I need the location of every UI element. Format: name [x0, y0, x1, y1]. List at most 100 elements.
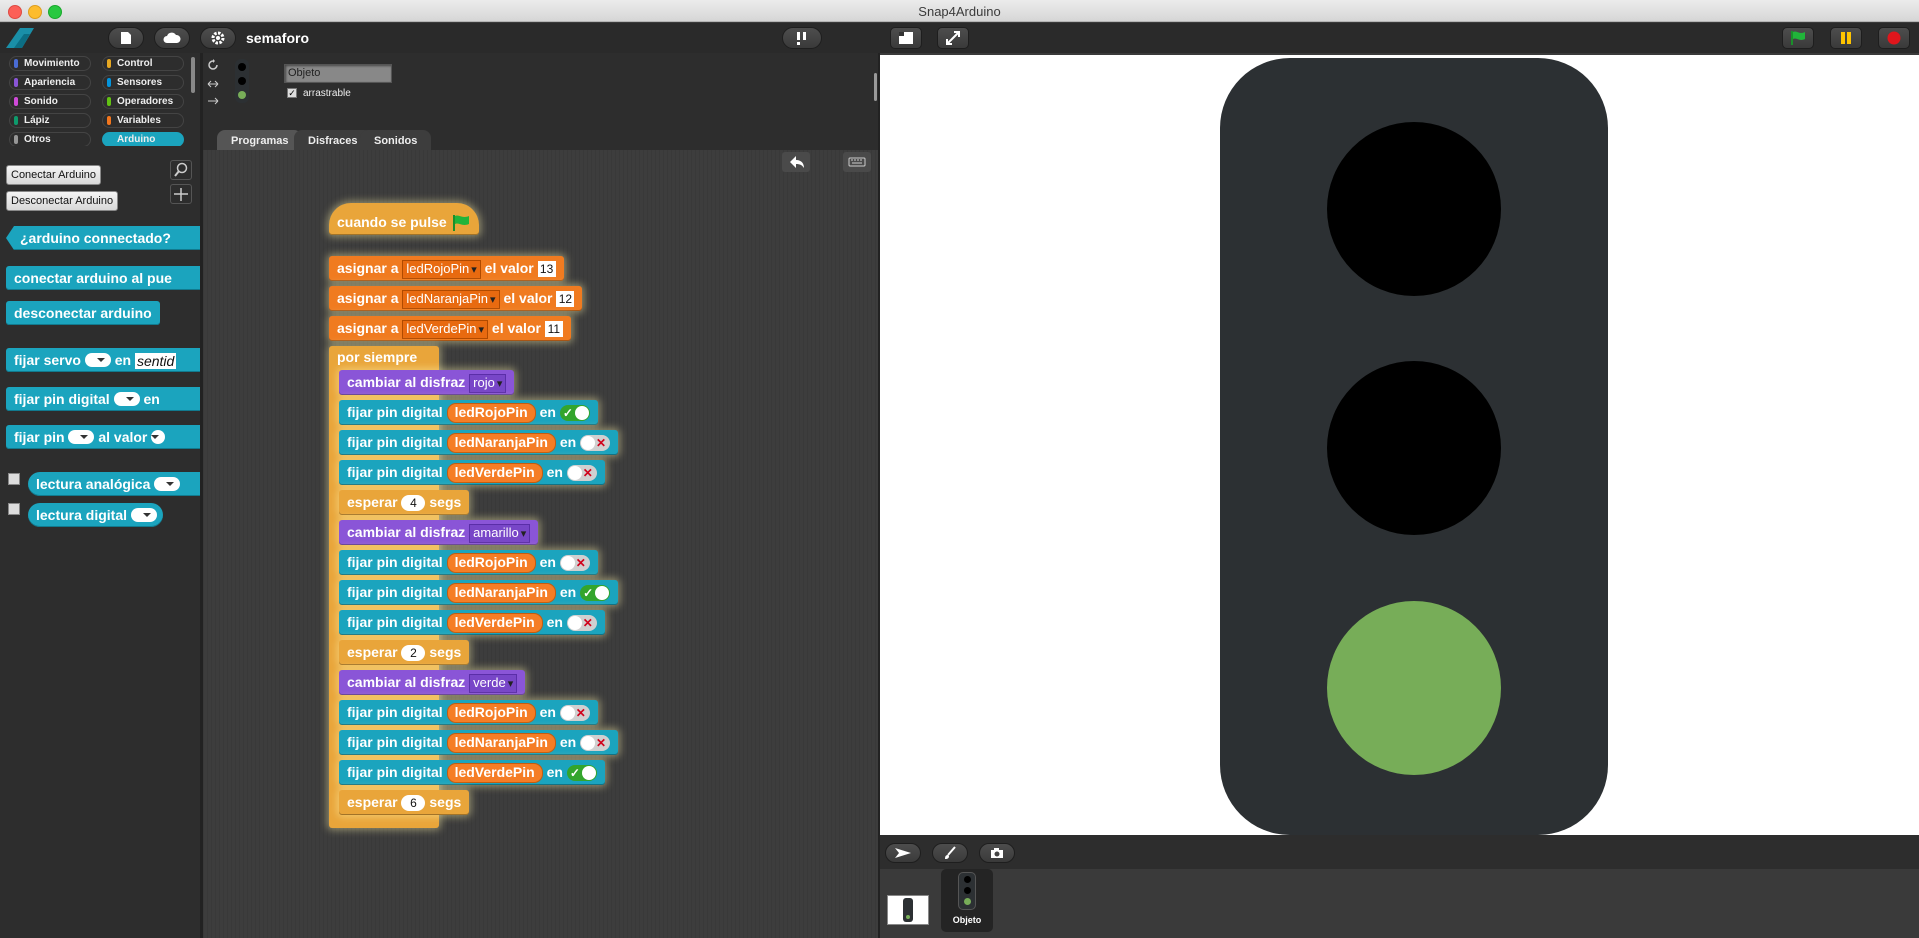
- toggle-off[interactable]: ✕: [580, 435, 611, 452]
- make-block-button[interactable]: [170, 184, 192, 204]
- digital-read-pin-dropdown[interactable]: [130, 508, 157, 523]
- set-digital-pin-block[interactable]: fijar pin digital ledNaranjaPin en ✕: [339, 430, 619, 455]
- switch-costume-block[interactable]: cambiar al disfraz amarillo: [339, 520, 539, 545]
- variable-reporter[interactable]: ledVerdePin: [446, 463, 543, 484]
- draggable-checkbox[interactable]: ✓: [287, 88, 297, 98]
- keyboard-entry-button[interactable]: [843, 152, 871, 172]
- set-digital-pin-block[interactable]: fijar pin digital ledRojoPin en ✕: [339, 550, 598, 575]
- set-digital-pin-block[interactable]: fijar pin digital ledNaranjaPin en ✓: [339, 580, 619, 605]
- rotate-any-direction-button[interactable]: [207, 59, 219, 71]
- toggle-off[interactable]: ✕: [559, 555, 590, 572]
- fullscreen-button[interactable]: [937, 27, 969, 49]
- wait-block[interactable]: esperar 4 segs: [339, 490, 470, 515]
- wait-input[interactable]: 4: [401, 495, 426, 512]
- set-variable-block[interactable]: asignar a ledVerdePin el valor 11: [329, 316, 571, 341]
- wait-block[interactable]: esperar 2 segs: [339, 640, 470, 665]
- costume-dropdown[interactable]: verde: [469, 673, 518, 693]
- variable-reporter[interactable]: ledNaranjaPin: [446, 733, 556, 754]
- sprite-icon-objeto[interactable]: Objeto: [941, 869, 993, 932]
- variable-dropdown[interactable]: ledVerdePin: [402, 319, 489, 339]
- variable-reporter[interactable]: ledVerdePin: [446, 613, 543, 634]
- pause-button[interactable]: [1830, 27, 1862, 49]
- tab-programas[interactable]: Programas: [217, 130, 303, 150]
- category-movimiento[interactable]: Movimiento: [9, 56, 91, 71]
- switch-costume-block[interactable]: cambiar al disfraz verde: [339, 670, 526, 695]
- green-flag-button[interactable]: [1782, 27, 1814, 49]
- normal-stage-button[interactable]: [890, 27, 922, 49]
- toggle-off[interactable]: ✕: [566, 615, 597, 632]
- costume-dropdown[interactable]: amarillo: [469, 523, 531, 543]
- category-sonido[interactable]: Sonido: [9, 94, 91, 109]
- variable-dropdown[interactable]: ledRojoPin: [402, 259, 481, 279]
- when-flag-clicked-hat-block[interactable]: cuando se pulse: [329, 203, 479, 235]
- add-turtle-sprite-button[interactable]: [885, 843, 921, 863]
- set-digital-pin-block[interactable]: fijar pin digital ledVerdePin en ✓: [339, 760, 605, 785]
- snap-logo[interactable]: [4, 26, 38, 50]
- toggle-off[interactable]: ✕: [559, 705, 590, 722]
- file-menu-button[interactable]: [108, 27, 144, 49]
- category-scrollbar[interactable]: [191, 57, 195, 93]
- cloud-menu-button[interactable]: [154, 27, 190, 49]
- disconnect-arduino-button[interactable]: Desconectar Arduino: [6, 191, 119, 211]
- no-rotate-button[interactable]: [207, 95, 219, 105]
- variable-reporter[interactable]: ledNaranjaPin: [446, 433, 556, 454]
- animation-settings-button[interactable]: [782, 27, 822, 49]
- variable-reporter[interactable]: ledRojoPin: [446, 553, 536, 574]
- pin-value-input[interactable]: [151, 430, 166, 445]
- set-digital-pin-block[interactable]: fijar pin digital ledVerdePin en ✕: [339, 460, 605, 485]
- variable-reporter[interactable]: ledVerdePin: [446, 763, 543, 784]
- analog-read-reporter[interactable]: lectura analógica: [28, 472, 216, 496]
- value-input[interactable]: 13: [537, 261, 556, 278]
- set-digital-pin-block[interactable]: fijar pin digital en: [6, 387, 216, 411]
- camera-sprite-button[interactable]: [979, 843, 1015, 863]
- search-blocks-button[interactable]: [170, 160, 192, 180]
- category-operadores[interactable]: Operadores: [102, 94, 184, 109]
- toggle-on[interactable]: ✓: [559, 405, 590, 422]
- set-variable-block[interactable]: asignar a ledRojoPin el valor 13: [329, 256, 564, 281]
- variable-reporter[interactable]: ledRojoPin: [446, 703, 536, 724]
- connect-arduino-button[interactable]: Conectar Arduino: [6, 165, 101, 185]
- pwm-pin-dropdown[interactable]: [68, 430, 95, 445]
- arduino-connected-reporter[interactable]: ¿arduino connectado?: [6, 226, 222, 250]
- stage[interactable]: [880, 55, 1919, 835]
- toggle-off[interactable]: ✕: [580, 735, 611, 752]
- costume-dropdown[interactable]: rojo: [469, 373, 507, 393]
- scripts-area[interactable]: cuando se pulse asignar a ledRojoPin el …: [203, 150, 878, 938]
- category-control[interactable]: Control: [102, 56, 184, 71]
- variable-reporter[interactable]: ledRojoPin: [446, 403, 536, 424]
- value-input[interactable]: 12: [556, 291, 575, 308]
- toggle-on[interactable]: ✓: [566, 765, 597, 782]
- wait-input[interactable]: 2: [401, 645, 426, 662]
- analog-pin-dropdown[interactable]: [154, 477, 181, 492]
- set-digital-pin-block[interactable]: fijar pin digital ledRojoPin en ✕: [339, 700, 598, 725]
- category-otros[interactable]: Otros: [9, 132, 91, 147]
- set-pin-value-block[interactable]: fijar pin al valor: [6, 425, 216, 449]
- toggle-off[interactable]: ✕: [566, 465, 597, 482]
- switch-costume-block[interactable]: cambiar al disfraz rojo: [339, 370, 515, 395]
- servo-value-input[interactable]: sentid: [134, 353, 177, 370]
- analog-read-watcher-checkbox[interactable]: [8, 473, 20, 485]
- rotate-left-right-button[interactable]: [207, 78, 219, 88]
- servo-pin-dropdown[interactable]: [84, 353, 111, 368]
- category-sensores[interactable]: Sensores: [102, 75, 184, 90]
- digital-read-watcher-checkbox[interactable]: [8, 503, 20, 515]
- value-input[interactable]: 11: [544, 321, 563, 338]
- stage-icon[interactable]: [887, 895, 929, 925]
- sprite-name-field[interactable]: Objeto: [284, 64, 392, 83]
- category-arduino[interactable]: Arduino: [102, 132, 184, 147]
- set-servo-block[interactable]: fijar servo en sentid: [6, 348, 216, 372]
- disconnect-arduino-block[interactable]: desconectar arduino: [6, 301, 160, 325]
- settings-menu-button[interactable]: [200, 27, 236, 49]
- stop-button[interactable]: [1878, 27, 1910, 49]
- set-variable-block[interactable]: asignar a ledNaranjaPin el valor 12: [329, 286, 583, 311]
- category-variables[interactable]: Variables: [102, 113, 184, 128]
- sprite-bar-scrollbar[interactable]: [874, 73, 877, 101]
- digital-read-reporter[interactable]: lectura digital: [28, 503, 163, 527]
- wait-input[interactable]: 6: [401, 795, 426, 812]
- wait-block[interactable]: esperar 6 segs: [339, 790, 470, 815]
- tab-sonidos[interactable]: Sonidos: [360, 130, 432, 150]
- toggle-on[interactable]: ✓: [580, 585, 611, 602]
- set-digital-pin-block[interactable]: fijar pin digital ledNaranjaPin en ✕: [339, 730, 619, 755]
- category-apariencia[interactable]: Apariencia: [9, 75, 91, 90]
- set-digital-pin-block[interactable]: fijar pin digital ledVerdePin en ✕: [339, 610, 605, 635]
